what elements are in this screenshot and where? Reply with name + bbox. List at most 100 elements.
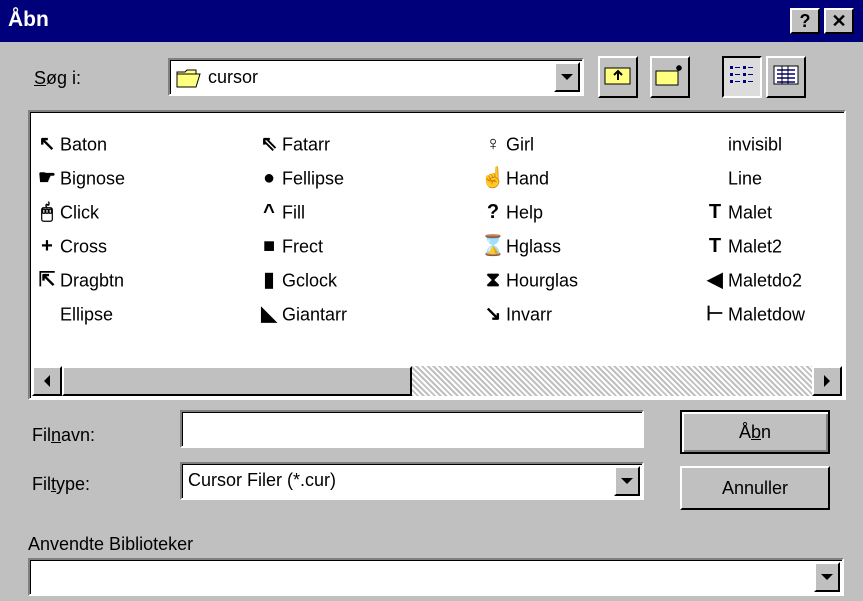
scroll-left-button[interactable] xyxy=(32,366,62,396)
file-list-item[interactable]: ? Help xyxy=(480,194,578,228)
cursor-file-icon xyxy=(702,131,728,157)
lookin-label-suffix: g i: xyxy=(57,68,82,88)
details-view-button[interactable] xyxy=(766,56,806,98)
file-list-item[interactable]: ⧗ Hourglas xyxy=(480,262,578,296)
chevron-down-icon xyxy=(561,74,573,80)
cursor-file-icon: ↖ xyxy=(38,133,56,156)
file-list-item[interactable]: ☛ Bignose xyxy=(34,160,125,194)
file-name: Gclock xyxy=(282,270,338,291)
file-list-item[interactable]: ⊢ Maletdow xyxy=(702,296,805,330)
cursor-file-icon xyxy=(34,301,60,327)
cursor-file-icon: ? xyxy=(486,201,500,224)
filetype-dropdown-button[interactable] xyxy=(614,466,640,496)
file-list-item[interactable]: T Malet xyxy=(702,194,805,228)
file-list-item[interactable]: ⇱ Dragbtn xyxy=(34,262,125,296)
file-name: Help xyxy=(506,202,544,223)
list-view-icon xyxy=(729,64,755,91)
file-name: Click xyxy=(60,202,99,223)
filename-label: Filnavn: xyxy=(32,425,95,446)
file-list-item[interactable]: ■ Frect xyxy=(256,228,347,262)
file-list-item[interactable]: ◀ Maletdo2 xyxy=(702,262,805,296)
file-name: Frect xyxy=(282,236,324,257)
file-name: Line xyxy=(728,168,763,189)
open-label-mnemonic: b xyxy=(750,421,761,442)
file-list-item[interactable]: ↘ Invarr xyxy=(480,296,578,330)
file-name: Bignose xyxy=(60,168,126,189)
file-name: Cross xyxy=(60,236,108,257)
file-name: Ellipse xyxy=(60,304,114,325)
cancel-button[interactable]: Annuller xyxy=(680,466,830,510)
lookin-dropdown-button[interactable] xyxy=(554,62,580,92)
file-name: Dragbtn xyxy=(60,270,125,291)
cursor-file-icon: ▮ xyxy=(263,269,275,292)
cursor-file-icon: + xyxy=(41,235,53,258)
cursor-file-icon: ● xyxy=(262,167,276,190)
file-list-item[interactable]: ● Fellipse xyxy=(256,160,347,194)
file-name: Maletdow xyxy=(728,304,806,325)
cursor-file-icon: 🖱 xyxy=(41,201,53,224)
file-list-item[interactable]: ♀ Girl xyxy=(480,126,578,160)
file-name: Maletdo2 xyxy=(728,270,803,291)
lookin-label-u: ø xyxy=(46,68,58,88)
cursor-file-icon: ↘ xyxy=(484,303,502,326)
file-list-item[interactable]: 🖱 Click xyxy=(34,194,125,228)
libraries-select[interactable] xyxy=(28,558,844,596)
file-name: Baton xyxy=(60,134,108,155)
open-label-suffix: n xyxy=(761,421,772,442)
file-name: invisibl xyxy=(728,134,783,155)
horizontal-scrollbar[interactable] xyxy=(32,366,842,396)
cursor-file-icon: ⌛ xyxy=(480,235,506,258)
lookin-label-mnemonic: S xyxy=(34,68,47,88)
file-list-item[interactable]: ↖ Baton xyxy=(34,126,125,160)
file-list-item[interactable]: Ellipse xyxy=(34,296,125,330)
file-list-item[interactable]: Line xyxy=(702,160,805,194)
filetype-label: Filtype: xyxy=(32,474,90,495)
filetype-value: Cursor Filer (*.cur) xyxy=(188,470,337,490)
scrollbar-thumb[interactable] xyxy=(62,366,412,396)
file-list-item[interactable]: ▮ Gclock xyxy=(256,262,347,296)
help-button[interactable]: ? xyxy=(790,8,820,34)
cursor-file-icon: ■ xyxy=(262,235,276,258)
file-name: Fellipse xyxy=(282,168,345,189)
file-list-item[interactable]: ☝Hand xyxy=(480,160,578,194)
cursor-file-icon: ⇖ xyxy=(260,133,278,156)
file-list-item[interactable]: ^ Fill xyxy=(256,194,347,228)
file-list[interactable]: ↖ Baton ☛ Bignose 🖱 Click + Cross ⇱ Dragbtn Ellips… xyxy=(28,110,846,400)
file-name: Fill xyxy=(282,202,305,223)
filename-label-suffix: avn: xyxy=(61,425,96,445)
file-list-item[interactable]: + Cross xyxy=(34,228,125,262)
close-button[interactable]: ✕ xyxy=(824,8,854,34)
scroll-right-button[interactable] xyxy=(812,366,842,396)
new-folder-button[interactable] xyxy=(650,56,690,98)
filename-label-mnemonic: n xyxy=(51,425,62,445)
lookin-label: Søg i: xyxy=(34,68,81,89)
chevron-down-icon xyxy=(621,478,633,484)
cursor-file-icon: ☝ xyxy=(480,167,506,190)
file-name: Hourglas xyxy=(506,270,579,291)
file-name: Fatarr xyxy=(282,134,331,155)
list-view-button[interactable] xyxy=(722,56,762,98)
file-list-item[interactable]: T Malet2 xyxy=(702,228,805,262)
file-list-item[interactable]: invisibl xyxy=(702,126,805,160)
new-folder-icon xyxy=(655,63,685,92)
libraries-dropdown-button[interactable] xyxy=(814,562,840,592)
arrow-left-icon xyxy=(44,375,50,387)
filetype-label-prefix: Fil xyxy=(32,474,51,494)
file-list-item[interactable]: ⌛Hglass xyxy=(480,228,578,262)
file-list-item[interactable]: ⇖ Fatarr xyxy=(256,126,347,160)
file-list-item[interactable]: ◣ Giantarr xyxy=(256,296,347,330)
filetype-select[interactable]: Cursor Filer (*.cur) xyxy=(180,462,644,500)
window-title: Åbn xyxy=(8,8,49,31)
filetype-label-suffix: ype: xyxy=(56,474,91,494)
cursor-file-icon: ♀ xyxy=(485,133,501,156)
cursor-file-icon: ◀ xyxy=(707,269,723,292)
cursor-file-icon: ⊢ xyxy=(706,303,724,326)
open-button[interactable]: Åbn xyxy=(680,410,830,454)
file-column-1: ↖ Baton ☛ Bignose 🖱 Click + Cross ⇱ Dragbtn Ellips… xyxy=(34,126,125,330)
open-label-prefix: Å xyxy=(738,421,751,442)
chevron-down-icon xyxy=(821,574,833,580)
lookin-combo[interactable]: cursor xyxy=(168,58,584,96)
filename-input[interactable] xyxy=(180,410,644,448)
up-folder-button[interactable] xyxy=(598,56,638,98)
cursor-file-icon: ◣ xyxy=(261,303,277,326)
